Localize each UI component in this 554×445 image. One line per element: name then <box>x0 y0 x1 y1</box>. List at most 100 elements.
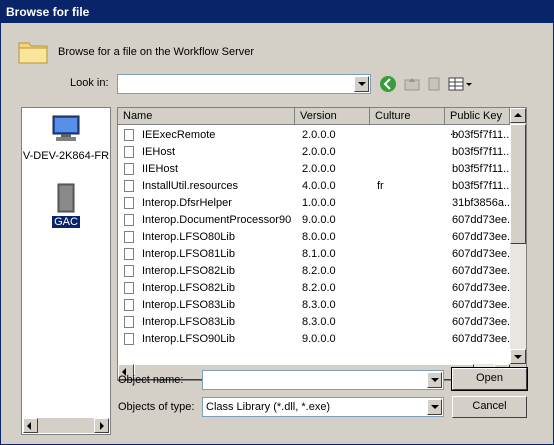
table-row[interactable]: IEExecRemote 2.0.0.0 b03f5f7f11... <box>120 127 510 144</box>
table-row[interactable]: InstallUtil.resources 4.0.0.0 fr b03f5f7f11… <box>120 178 510 195</box>
computer-icon <box>52 115 80 141</box>
gac-icon <box>57 183 75 213</box>
scroll-left-button[interactable] <box>23 418 38 433</box>
objects-of-type-value: Class Library (*.dll, *.exe) <box>206 401 331 413</box>
file-name: IIEHost <box>142 163 179 175</box>
table-row[interactable]: Interop.DfsrHelper 1.0.0.0 31bf3856a... <box>120 195 510 212</box>
place-gac[interactable]: GAC <box>22 182 110 228</box>
browse-dialog: Browse for file Browse for a file on the… <box>0 0 554 445</box>
column-header-version[interactable]: Version <box>295 108 370 125</box>
file-name: InstallUtil.resources <box>142 180 238 192</box>
file-key: b03f5f7f11... <box>452 180 510 192</box>
file-icon <box>124 163 134 175</box>
file-name: Interop.DfsrHelper <box>142 197 232 209</box>
table-row[interactable]: IEHost 2.0.0.0 b03f5f7f11... <box>120 144 510 161</box>
file-list-vscroll[interactable] <box>510 108 526 364</box>
file-key: 607dd73ee... <box>452 231 510 243</box>
file-key: b03f5f7f11... <box>452 146 510 158</box>
table-row[interactable]: IIEHost 2.0.0.0 b03f5f7f11... <box>120 161 510 178</box>
column-header-public-key[interactable]: Public Key ... <box>445 108 510 138</box>
file-key: 607dd73ee... <box>452 265 510 277</box>
file-name: Interop.LFSO81Lib <box>142 248 235 260</box>
file-name: IEHost <box>142 146 176 158</box>
file-icon <box>124 129 134 141</box>
file-version: 4.0.0.0 <box>302 180 336 192</box>
scroll-up-button[interactable] <box>510 108 526 123</box>
places-hscroll[interactable] <box>23 418 109 433</box>
objects-of-type-dropdown-button[interactable] <box>427 399 442 415</box>
file-key: 607dd73ee... <box>452 333 510 345</box>
vscroll-thumb[interactable] <box>510 124 526 244</box>
scroll-right-button[interactable] <box>94 418 109 433</box>
look-in-label: Look in: <box>70 77 109 89</box>
places-bar: V-DEV-2K864-FR GAC <box>21 107 111 435</box>
file-name: Interop.LFSO83Lib <box>142 316 235 328</box>
file-name: IEExecRemote <box>142 129 216 141</box>
back-icon[interactable] <box>379 75 397 93</box>
file-icon <box>124 248 134 260</box>
file-key: 607dd73ee... <box>452 282 510 294</box>
header-description: Browse for a file on the Workflow Server <box>58 46 255 58</box>
look-in-dropdown-button[interactable] <box>354 76 369 92</box>
view-menu-icon[interactable] <box>447 75 473 93</box>
table-row[interactable]: Interop.LFSO82Lib 8.2.0.0 607dd73ee... <box>120 280 510 297</box>
folder-icon <box>18 42 48 64</box>
file-version: 2.0.0.0 <box>302 163 336 175</box>
table-row[interactable]: Interop.LFSO82Lib 8.2.0.0 607dd73ee... <box>120 263 510 280</box>
window-title: Browse for file <box>6 5 90 19</box>
open-button[interactable]: Open <box>451 367 528 391</box>
file-name: Interop.LFSO82Lib <box>142 282 235 294</box>
file-version: 8.3.0.0 <box>302 299 336 311</box>
object-name-dropdown-button[interactable] <box>427 372 442 388</box>
file-icon <box>124 265 134 277</box>
file-version: 8.1.0.0 <box>302 248 336 260</box>
new-folder-icon[interactable] <box>425 75 443 93</box>
table-row[interactable]: Interop.LFSO83Lib 8.3.0.0 607dd73ee... <box>120 314 510 331</box>
cancel-button[interactable]: Cancel <box>452 396 527 418</box>
title-bar[interactable]: Browse for file <box>1 1 553 23</box>
file-icon <box>124 333 134 345</box>
file-icon <box>124 299 134 311</box>
table-row[interactable]: Interop.LFSO90Lib 9.0.0.0 607dd73ee... <box>120 331 510 348</box>
file-name: Interop.LFSO90Lib <box>142 333 235 345</box>
objects-of-type-label: Objects of type: <box>118 401 195 413</box>
file-icon <box>124 214 134 226</box>
place-computer[interactable]: V-DEV-2K864-FR <box>22 114 110 162</box>
file-version: 9.0.0.0 <box>302 214 336 226</box>
objects-of-type-combo[interactable]: Class Library (*.dll, *.exe) <box>202 397 444 417</box>
table-row[interactable]: Interop.LFSO80Lib 8.0.0.0 607dd73ee... <box>120 229 510 246</box>
file-icon <box>124 197 134 209</box>
file-version: 2.0.0.0 <box>302 146 336 158</box>
file-version: 8.2.0.0 <box>302 282 336 294</box>
file-icon <box>124 180 134 192</box>
look-in-combo[interactable] <box>117 74 371 94</box>
column-header-name[interactable]: Name <box>118 108 295 125</box>
up-folder-icon[interactable] <box>403 75 421 93</box>
file-version: 9.0.0.0 <box>302 333 336 345</box>
file-name: Interop.DocumentProcessor90 <box>142 214 292 226</box>
dialog-body: Browse for a file on the Workflow Server… <box>1 23 553 444</box>
column-header-culture[interactable]: Culture <box>370 108 445 125</box>
file-version: 8.3.0.0 <box>302 316 336 328</box>
table-row[interactable]: Interop.LFSO83Lib 8.3.0.0 607dd73ee... <box>120 297 510 314</box>
file-version: 8.2.0.0 <box>302 265 336 277</box>
place-label: V-DEV-2K864-FR <box>22 150 110 162</box>
file-name: Interop.LFSO83Lib <box>142 299 235 311</box>
file-key: 31bf3856a... <box>452 197 510 209</box>
file-icon <box>124 146 134 158</box>
object-name-combo[interactable] <box>202 370 444 390</box>
file-icon <box>124 316 134 328</box>
file-key: 607dd73ee... <box>452 299 510 311</box>
table-row[interactable]: Interop.DocumentProcessor90 9.0.0.0 607dd7… <box>120 212 510 229</box>
file-list[interactable]: Name Version Culture Public Key ... IEEx… <box>117 107 527 381</box>
object-name-label: Object name: <box>118 374 184 386</box>
file-name: Interop.LFSO82Lib <box>142 265 235 277</box>
file-icon <box>124 282 134 294</box>
file-version: 1.0.0.0 <box>302 197 336 209</box>
scroll-down-button[interactable] <box>510 349 526 364</box>
file-key: b03f5f7f11... <box>452 163 510 175</box>
file-key: 607dd73ee... <box>452 248 510 260</box>
table-row[interactable]: Interop.LFSO81Lib 8.1.0.0 607dd73ee... <box>120 246 510 263</box>
file-key: 607dd73ee... <box>452 316 510 328</box>
file-name: Interop.LFSO80Lib <box>142 231 235 243</box>
